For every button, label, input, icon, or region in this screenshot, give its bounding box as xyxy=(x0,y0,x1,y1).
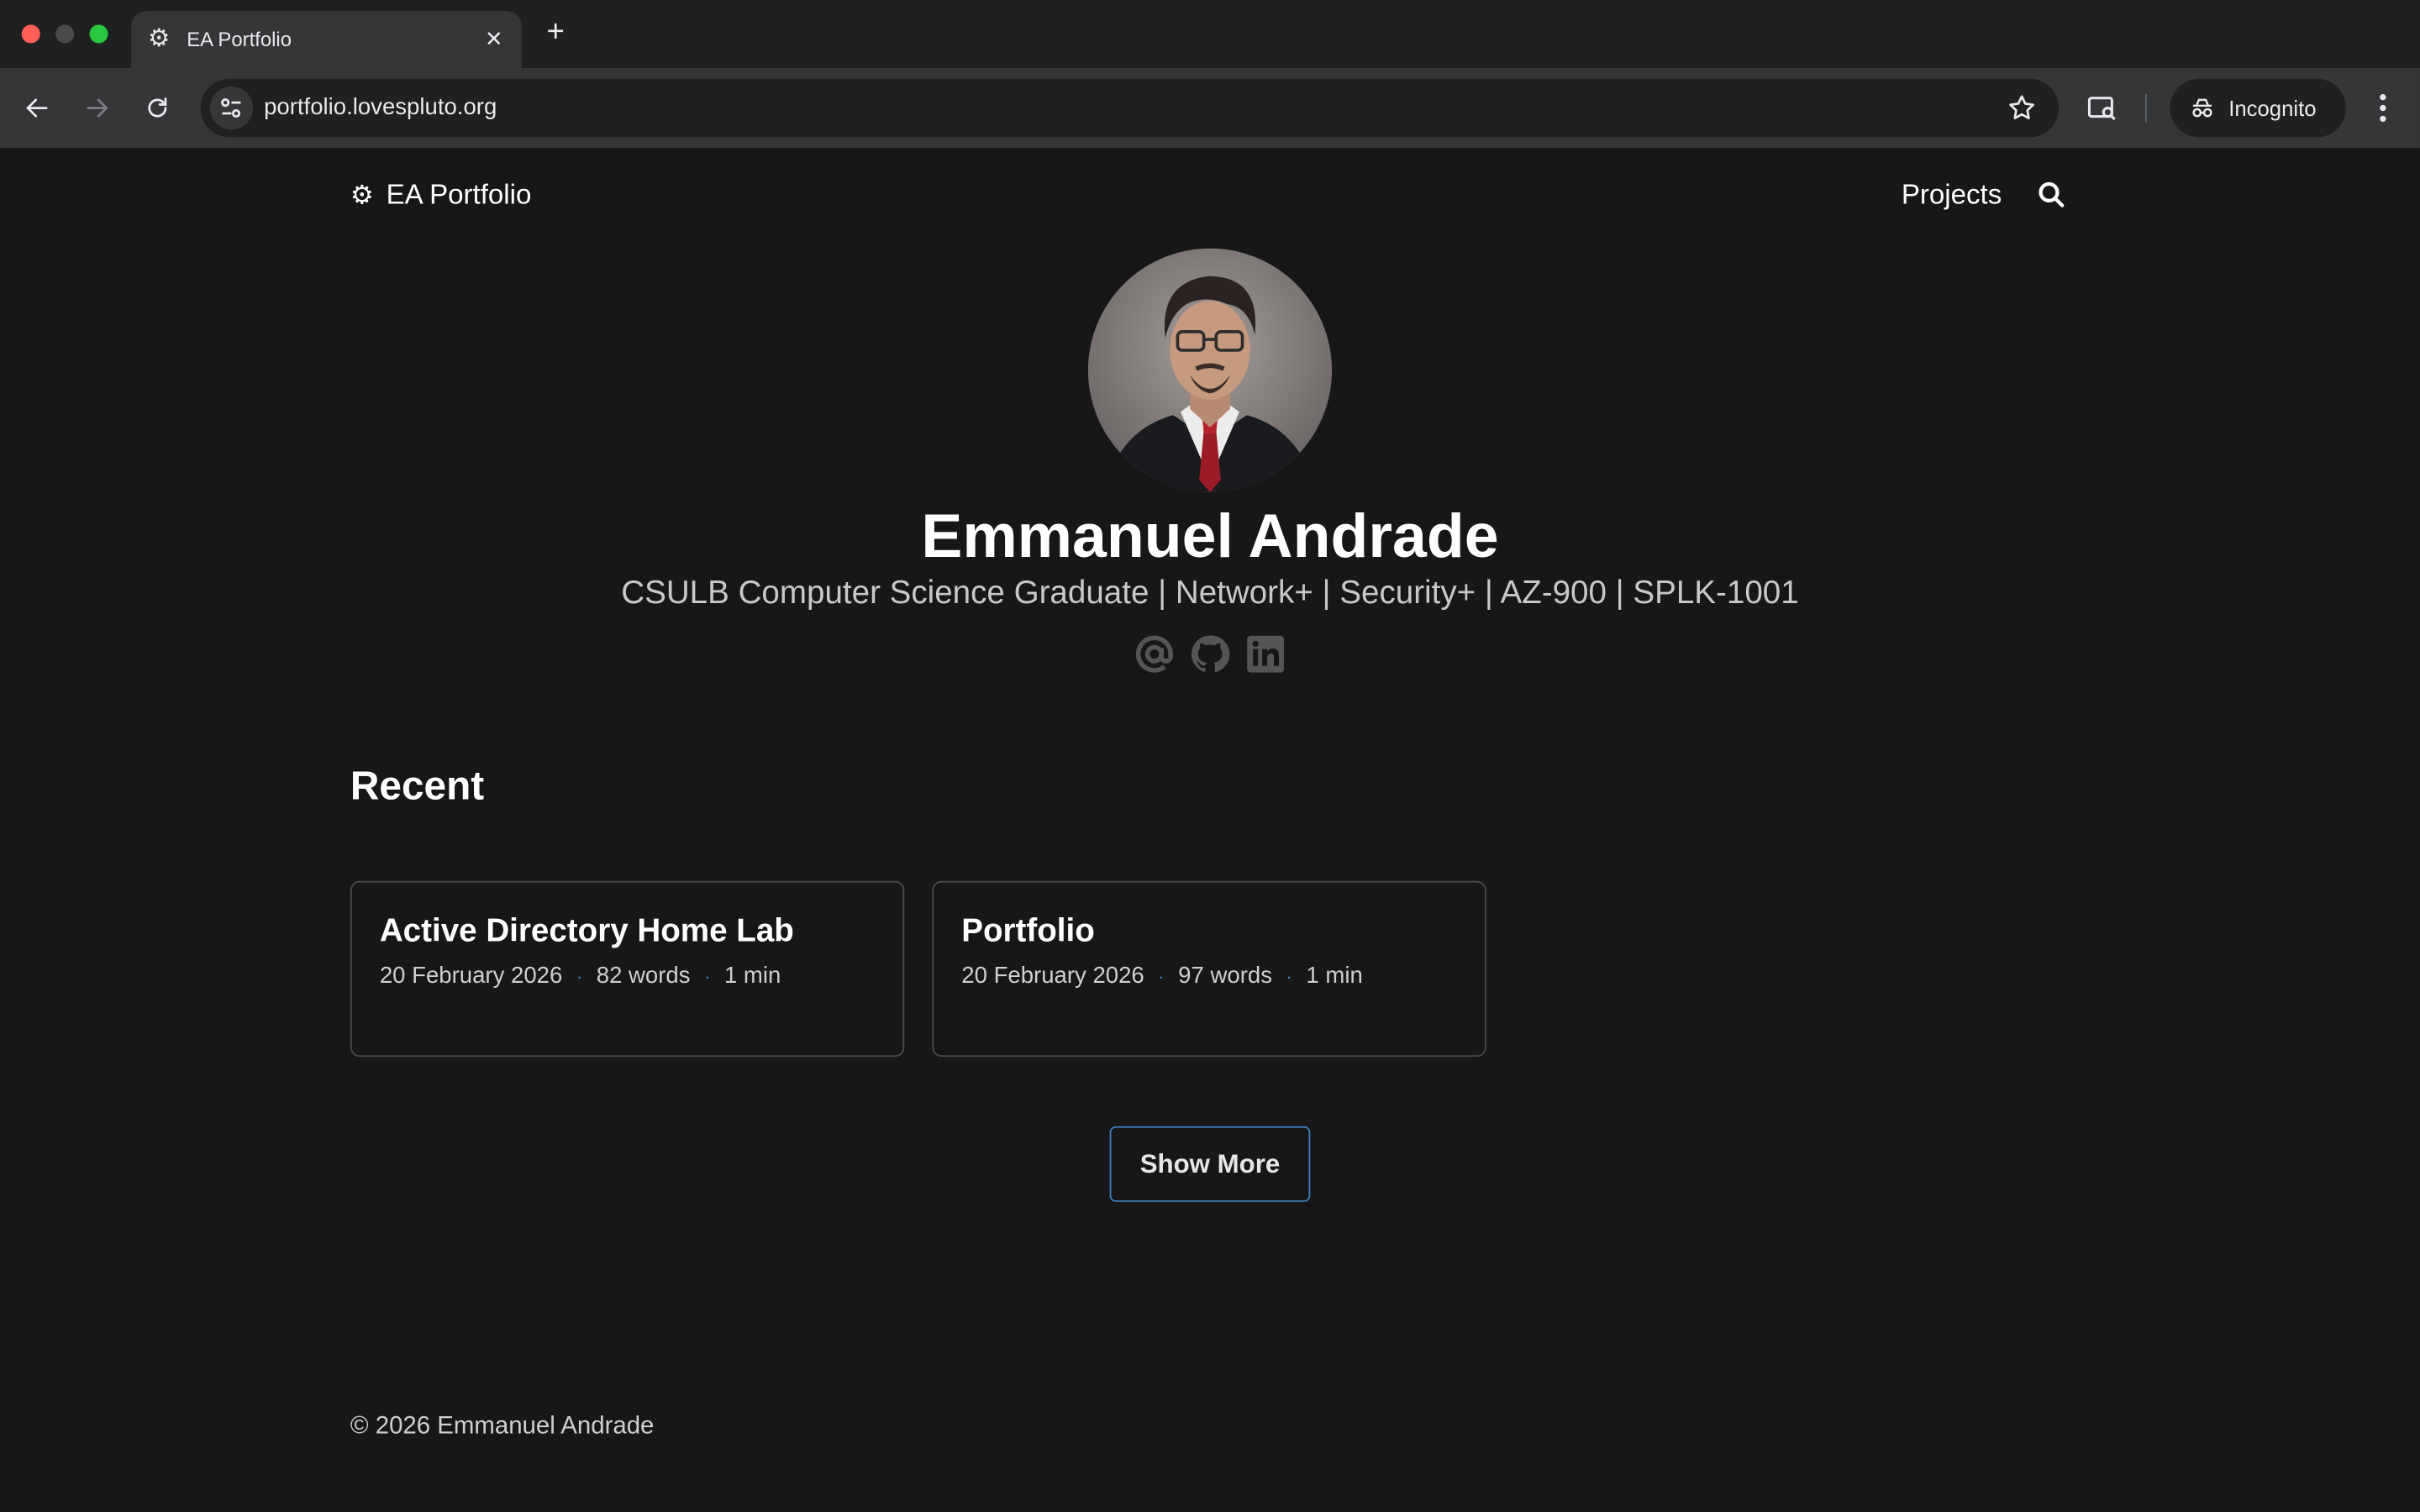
window-minimize-button[interactable] xyxy=(55,24,75,44)
gear-icon: ⚙ xyxy=(350,179,374,209)
tab-title: EA Portfolio xyxy=(187,28,292,51)
post-card-title: Active Directory Home Lab xyxy=(379,913,794,949)
arrow-right-icon xyxy=(87,98,108,118)
post-date: 20 February 2026 xyxy=(961,963,1144,990)
nav-link-projects[interactable]: Projects xyxy=(1902,179,2002,212)
forward-button[interactable] xyxy=(79,90,116,127)
github-icon[interactable] xyxy=(1190,634,1230,675)
more-vertical-icon[interactable] xyxy=(2367,90,2398,127)
bookmark-star-icon[interactable] xyxy=(2007,92,2038,123)
footer-copyright: © 2026 Emmanuel Andrade xyxy=(350,1413,655,1440)
arrow-left-icon xyxy=(26,98,48,118)
new-tab-button[interactable]: + xyxy=(540,17,571,48)
window-maximize-button[interactable] xyxy=(89,24,108,44)
browser-toolbar: portfolio.lovespluto.org Incognito xyxy=(0,67,2420,149)
search-icon[interactable] xyxy=(2037,181,2065,208)
browser-tab-active[interactable]: ⚙ EA Portfolio ✕ xyxy=(131,10,522,68)
post-date: 20 February 2026 xyxy=(379,963,563,990)
show-more-button[interactable]: Show More xyxy=(1109,1126,1311,1202)
toolbar-divider xyxy=(2145,94,2147,123)
recent-section-title: Recent xyxy=(350,762,485,809)
page-content: ⚙ EA Portfolio Projects Emmanuel Andrade… xyxy=(0,148,2420,1512)
post-card-title: Portfolio xyxy=(961,913,1095,949)
tune-icon xyxy=(221,98,241,118)
post-card-meta: 20 February 2026 · 82 words · 1 min xyxy=(380,963,876,989)
hero-subtitle: CSULB Computer Science Graduate | Networ… xyxy=(621,575,1799,612)
incognito-badge[interactable]: Incognito xyxy=(2170,78,2346,138)
site-logo-link[interactable]: ⚙ EA Portfolio xyxy=(350,179,531,212)
post-read-time: 1 min xyxy=(1306,963,1363,990)
email-icon[interactable] xyxy=(1134,634,1175,675)
meta-separator: · xyxy=(576,964,583,987)
post-card-portfolio[interactable]: Portfolio 20 February 2026 · 97 words · … xyxy=(932,880,1486,1058)
browser-tab-bar: ⚙ EA Portfolio ✕ + xyxy=(0,0,2420,68)
gear-icon: ⚙ xyxy=(148,25,171,52)
site-logo-text: EA Portfolio xyxy=(386,179,532,210)
post-card-meta: 20 February 2026 · 97 words · 1 min xyxy=(961,963,1457,989)
incognito-icon xyxy=(2192,98,2212,118)
tab-search-icon[interactable] xyxy=(2085,91,2118,124)
linkedin-icon[interactable] xyxy=(1245,634,1286,675)
close-icon[interactable]: ✕ xyxy=(481,26,506,51)
meta-separator: · xyxy=(704,964,711,987)
address-bar[interactable]: portfolio.lovespluto.org xyxy=(200,78,2060,138)
avatar-portrait xyxy=(1103,276,1317,492)
reload-icon xyxy=(148,97,167,118)
social-links xyxy=(1134,634,1286,675)
post-card-active-directory[interactable]: Active Directory Home Lab 20 February 20… xyxy=(350,880,905,1058)
post-word-count: 97 words xyxy=(1178,963,1272,990)
site-info-button[interactable] xyxy=(209,86,254,130)
hero-name: Emmanuel Andrade xyxy=(921,502,1499,571)
post-word-count: 82 words xyxy=(596,963,691,990)
meta-separator: · xyxy=(1158,964,1165,987)
meta-separator: · xyxy=(1286,964,1292,987)
window-close-button[interactable] xyxy=(21,24,40,44)
incognito-label: Incognito xyxy=(2228,95,2317,121)
post-read-time: 1 min xyxy=(723,963,781,990)
reload-button[interactable] xyxy=(139,90,176,127)
back-button[interactable] xyxy=(18,90,55,127)
avatar xyxy=(1087,248,1333,492)
url-text: portfolio.lovespluto.org xyxy=(264,94,497,121)
